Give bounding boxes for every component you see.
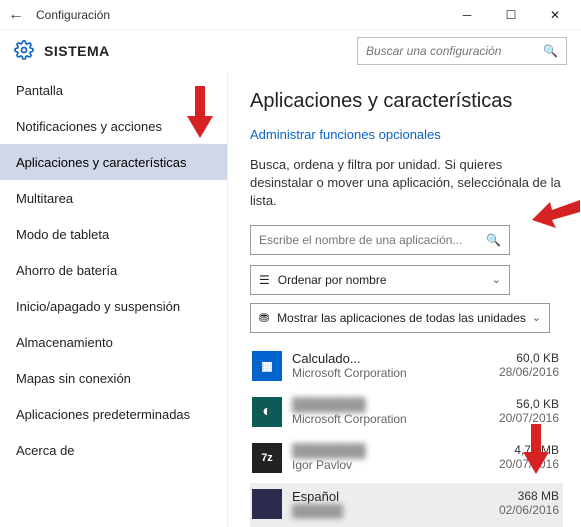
app-icon: ◐ bbox=[252, 397, 282, 427]
page-title: Aplicaciones y características bbox=[250, 90, 563, 113]
app-date: 20/07/2016 bbox=[479, 457, 559, 471]
app-name: ████████ bbox=[292, 443, 469, 458]
app-search-field[interactable]: 🔍 bbox=[250, 225, 510, 255]
filter-dropdown[interactable]: ⛃ Mostrar las aplicaciones de todas las u… bbox=[250, 303, 550, 333]
sidebar-item[interactable]: Modo de tableta bbox=[0, 216, 227, 252]
app-publisher: Microsoft Corporation bbox=[292, 412, 469, 426]
app-publisher: ██████ bbox=[292, 504, 469, 518]
app-name: ████████ bbox=[292, 397, 469, 412]
sidebar-item[interactable]: Acerca de bbox=[0, 432, 227, 468]
sort-label: Ordenar por nombre bbox=[278, 273, 387, 287]
app-row[interactable]: Español ██████ 368 MB 02/06/2016 bbox=[250, 483, 563, 527]
app-name: Calculado... bbox=[292, 351, 469, 366]
sidebar-item[interactable]: Mapas sin conexión bbox=[0, 360, 227, 396]
content-pane: Aplicaciones y características Administr… bbox=[228, 72, 581, 527]
sidebar-item[interactable]: Pantalla bbox=[0, 72, 227, 108]
app-date: 20/07/2016 bbox=[479, 411, 559, 425]
maximize-button[interactable]: ☐ bbox=[489, 0, 533, 30]
sidebar-item[interactable]: Aplicaciones predeterminadas bbox=[0, 396, 227, 432]
app-row[interactable]: ◐ ████████ Microsoft Corporation 56,0 KB… bbox=[250, 391, 563, 437]
app-name: Español bbox=[292, 489, 469, 504]
chevron-down-icon: ⌄ bbox=[492, 273, 501, 286]
app-size: 368 MB bbox=[479, 489, 559, 503]
app-publisher: Igor Pavlov bbox=[292, 458, 469, 472]
system-label: SISTEMA bbox=[44, 43, 110, 59]
app-search-input[interactable] bbox=[259, 233, 486, 247]
search-icon: 🔍 bbox=[486, 233, 501, 247]
app-size: 60,0 KB bbox=[479, 351, 559, 365]
manage-optional-features-link[interactable]: Administrar funciones opcionales bbox=[250, 127, 441, 142]
filter-label: Mostrar las aplicaciones de todas las un… bbox=[277, 311, 526, 325]
sidebar: PantallaNotificaciones y accionesAplicac… bbox=[0, 72, 228, 527]
settings-search-input[interactable] bbox=[366, 44, 543, 58]
sidebar-item[interactable]: Aplicaciones y características bbox=[0, 144, 227, 180]
sort-icon: ☰ bbox=[259, 273, 270, 287]
app-size: 56,0 KB bbox=[479, 397, 559, 411]
app-icon bbox=[252, 489, 282, 519]
settings-search[interactable]: 🔍 bbox=[357, 37, 567, 65]
gear-icon bbox=[14, 40, 34, 63]
app-publisher: Microsoft Corporation bbox=[292, 366, 469, 380]
app-icon: ▦ bbox=[252, 351, 282, 381]
sidebar-item[interactable]: Inicio/apagado y suspensión bbox=[0, 288, 227, 324]
page-description: Busca, ordena y filtra por unidad. Si qu… bbox=[250, 156, 563, 211]
sidebar-item[interactable]: Notificaciones y acciones bbox=[0, 108, 227, 144]
header: SISTEMA 🔍 bbox=[0, 30, 581, 72]
app-date: 28/06/2016 bbox=[479, 365, 559, 379]
app-icon: 7z bbox=[252, 443, 282, 473]
app-row[interactable]: 7z ████████ Igor Pavlov 4,75 MB 20/07/20… bbox=[250, 437, 563, 483]
sort-dropdown[interactable]: ☰ Ordenar por nombre ⌄ bbox=[250, 265, 510, 295]
back-button[interactable]: ← bbox=[8, 6, 32, 24]
app-date: 02/06/2016 bbox=[479, 503, 559, 517]
chevron-down-icon: ⌄ bbox=[532, 311, 541, 324]
sidebar-item[interactable]: Multitarea bbox=[0, 180, 227, 216]
drive-icon: ⛃ bbox=[259, 311, 269, 325]
sidebar-item[interactable]: Almacenamiento bbox=[0, 324, 227, 360]
app-list: ▦ Calculado... Microsoft Corporation 60,… bbox=[250, 345, 563, 527]
sidebar-item[interactable]: Ahorro de batería bbox=[0, 252, 227, 288]
app-size: 4,75 MB bbox=[479, 443, 559, 457]
close-button[interactable]: ✕ bbox=[533, 0, 577, 30]
app-row[interactable]: ▦ Calculado... Microsoft Corporation 60,… bbox=[250, 345, 563, 391]
titlebar: ← Configuración ─ ☐ ✕ bbox=[0, 0, 581, 30]
minimize-button[interactable]: ─ bbox=[445, 0, 489, 30]
search-icon: 🔍 bbox=[543, 44, 558, 58]
window-title: Configuración bbox=[36, 8, 110, 22]
